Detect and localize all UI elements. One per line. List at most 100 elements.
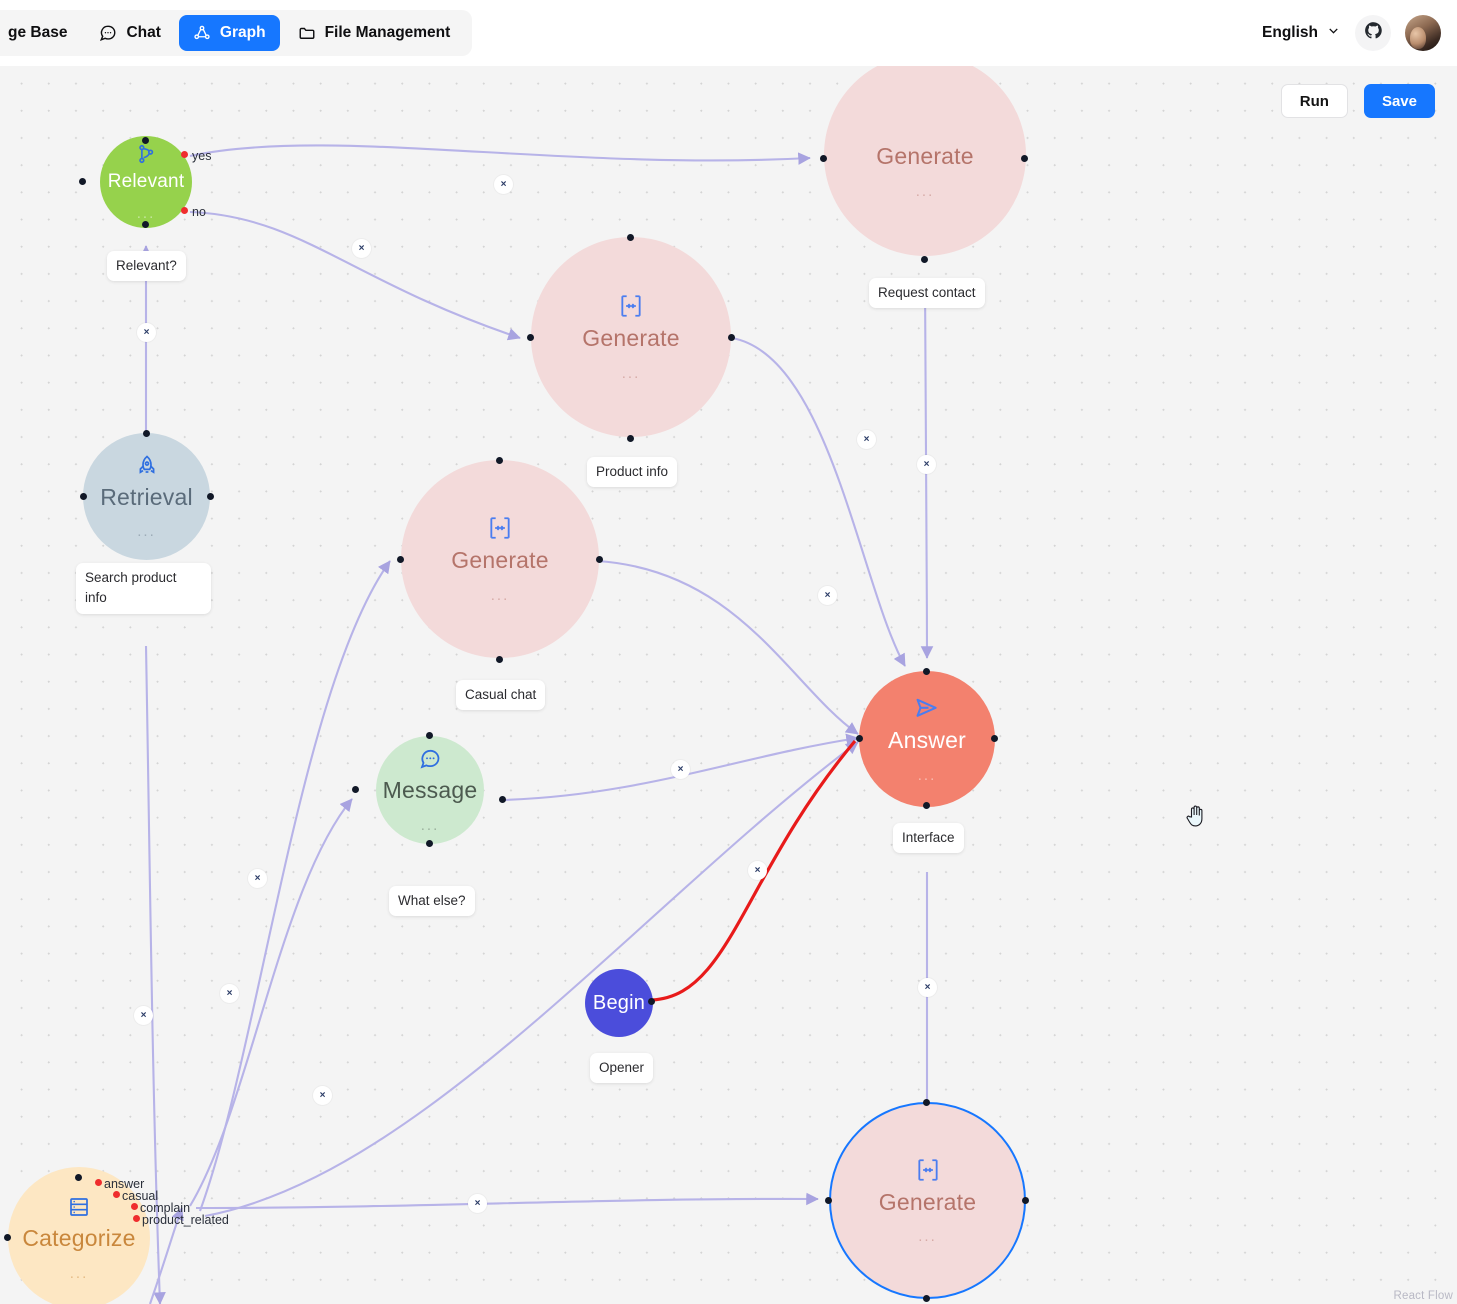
handle-categorize-complain[interactable] [131,1203,138,1210]
node-dots: ... [490,586,510,604]
node-dots: ... [915,182,935,200]
handle-generate-pi-left[interactable] [527,334,534,341]
handle-generate-rc-right[interactable] [1021,155,1028,162]
handle-generate-sel-bottom[interactable] [923,1295,930,1302]
node-chip-interface[interactable]: Interface [893,823,964,854]
language-selector[interactable]: English [1262,23,1341,43]
node-label: Message [382,777,478,804]
node-dots: ... [918,1228,937,1246]
github-link-button[interactable] [1355,15,1391,51]
node-dots: ... [69,1264,89,1282]
handle-relevant-yes[interactable] [181,151,188,158]
handle-answer-left[interactable] [856,735,863,742]
react-flow-watermark[interactable]: React Flow [1393,1290,1453,1302]
nav-label-graph: Graph [219,24,266,41]
handle-categorize-left[interactable] [4,1234,11,1241]
handle-relevant-top[interactable] [142,137,149,144]
node-dots: ... [136,205,156,223]
app-header: ge Base Chat Graph File Management Engli… [0,0,1457,66]
node-chip-opener[interactable]: Opener [590,1053,654,1084]
graph-icon [193,24,211,42]
handle-generate-rc-bottom[interactable] [921,256,928,263]
node-generate-selected[interactable]: Generate ... [829,1102,1026,1299]
edge-delete-button[interactable]: × [748,861,767,880]
handle-generate-sel-top[interactable] [923,1099,930,1106]
edge-delete-button[interactable]: × [134,1006,153,1025]
handle-label-no: no [192,205,206,219]
node-generate-product-info[interactable]: Generate ... [531,237,731,437]
node-label: Categorize [22,1225,136,1252]
node-answer[interactable]: Answer ... [859,671,995,807]
node-generate-request-contact[interactable]: Generate ... [824,66,1026,256]
grab-hand-cursor [1185,804,1207,833]
handle-generate-cc-left[interactable] [397,556,404,563]
handle-generate-pi-bottom[interactable] [627,435,634,442]
node-chip-request-contact[interactable]: Request contact [869,278,985,309]
node-message[interactable]: Message ... [376,736,484,844]
nav-item-file-management[interactable]: File Management [284,15,465,51]
handle-relevant-left[interactable] [79,178,86,185]
header-actions: English [1262,0,1441,66]
node-chip-product-info[interactable]: Product info [587,457,678,488]
handle-retrieval-top[interactable] [143,430,150,437]
edge-delete-button[interactable]: × [313,1086,332,1105]
edge-delete-button[interactable]: × [220,984,239,1003]
edge-delete-button[interactable]: × [918,978,937,997]
node-begin[interactable]: Begin [585,969,653,1037]
edge-delete-button[interactable]: × [352,239,371,258]
edge-delete-button[interactable]: × [468,1194,487,1213]
handle-answer-right[interactable] [991,735,998,742]
user-avatar[interactable] [1405,15,1441,51]
handle-generate-sel-right[interactable] [1022,1197,1029,1204]
handle-generate-cc-bottom[interactable] [496,656,503,663]
edge-delete-button[interactable]: × [137,323,156,342]
handle-relevant-bottom[interactable] [142,221,149,228]
handle-generate-cc-right[interactable] [596,556,603,563]
handle-answer-bottom[interactable] [923,802,930,809]
nav-item-chat[interactable]: Chat [85,15,174,51]
handle-generate-sel-left[interactable] [825,1197,832,1204]
handle-retrieval-right[interactable] [207,493,214,500]
node-dots: ... [137,523,156,541]
edge-delete-button[interactable]: × [857,430,876,449]
node-retrieval[interactable]: Retrieval ... [83,433,210,560]
handle-categorize-answer[interactable] [95,1179,102,1186]
handle-generate-rc-left[interactable] [820,155,827,162]
run-button[interactable]: Run [1280,84,1348,118]
handle-generate-cc-top[interactable] [496,457,503,464]
node-relevant[interactable]: Relevant ... [100,136,192,228]
node-label: Relevant [107,170,185,192]
handle-categorize-top[interactable] [75,1174,82,1181]
handle-message-top[interactable] [426,732,433,739]
node-chip-what-else[interactable]: What else? [389,886,475,917]
node-generate-casual-chat[interactable]: Generate ... [401,460,599,658]
handle-categorize-casual[interactable] [113,1191,120,1198]
handle-generate-pi-right[interactable] [728,334,735,341]
handle-relevant-no[interactable] [181,207,188,214]
handle-label-yes: yes [192,149,212,163]
edge-delete-button[interactable]: × [818,586,837,605]
node-chip-relevant[interactable]: Relevant? [107,251,186,282]
nav-item-graph[interactable]: Graph [178,15,280,51]
handle-categorize-product-related[interactable] [133,1215,140,1222]
edge-delete-button[interactable]: × [671,760,690,779]
node-chip-casual-chat[interactable]: Casual chat [456,680,546,711]
edge-delete-button[interactable]: × [494,175,513,194]
chevron-down-icon [1326,23,1341,43]
handle-message-bottom[interactable] [426,840,433,847]
edge-delete-button[interactable]: × [917,455,936,474]
nav-item-knowledge-base[interactable]: ge Base [0,15,81,51]
handle-begin-right[interactable] [648,998,655,1005]
node-chip-search-product-info[interactable]: Search product info [76,563,211,614]
node-label: Generate [582,325,680,352]
edge-delete-button[interactable]: × [248,869,267,888]
save-button[interactable]: Save [1363,84,1435,118]
handle-label-product-related: product_related [142,1213,229,1227]
handle-message-right[interactable] [499,796,506,803]
language-label: English [1262,24,1318,41]
graph-canvas[interactable]: Run Save × × × × × × × × × × × × × × Rel… [0,66,1457,1304]
handle-message-left[interactable] [352,786,359,793]
handle-generate-pi-top[interactable] [627,234,634,241]
handle-answer-top[interactable] [923,668,930,675]
handle-retrieval-left[interactable] [80,493,87,500]
